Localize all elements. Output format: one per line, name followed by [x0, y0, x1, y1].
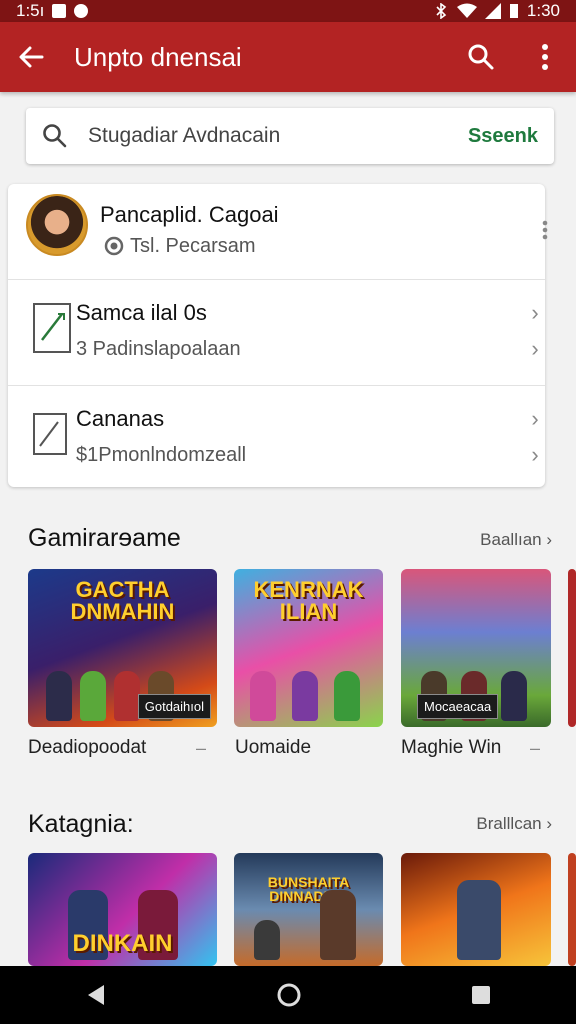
- page-title: Unpto dnensai: [74, 41, 242, 72]
- signal-icon: [484, 3, 501, 19]
- back-arrow-icon[interactable]: [14, 40, 48, 74]
- profile-subtitle: Tsl. Pecarsam: [130, 235, 256, 257]
- game-thumb-title: KENRNAK ILIAN: [253, 577, 364, 624]
- status-time-right: 1:30: [526, 1, 560, 20]
- more-options-icon[interactable]: [528, 40, 562, 74]
- section-title: Gamirarɘame: [28, 524, 181, 552]
- list-item[interactable]: Samca ilal 0s 3 Padinslapoalaan › ›: [8, 280, 545, 386]
- list-item[interactable]: Cananas $1Pmonlndomzeall › ›: [8, 386, 545, 487]
- game-tile[interactable]: BUNSHAITA DINNADIAN: [234, 853, 383, 966]
- chevron-right-icon: ›: [531, 406, 539, 431]
- game-tile[interactable]: [401, 853, 551, 966]
- game-tile[interactable]: Mocaeacaa: [401, 569, 551, 727]
- game-thumb-title: DINKAIN: [72, 930, 173, 957]
- avatar[interactable]: [26, 194, 88, 256]
- account-card: Pancaplid. Cagoai Tsl. Pecarsam Samca il…: [8, 184, 548, 487]
- edit-document-icon: [33, 303, 71, 353]
- game-thumb-title: BUNSHAITA DINNADIAN: [267, 874, 350, 904]
- app-notification-icon: [74, 4, 89, 18]
- section-see-all-link[interactable]: Baallıan ›: [480, 530, 552, 550]
- search-icon[interactable]: [464, 40, 498, 74]
- search-bar[interactable]: Stugadiar Avdnacain Sseenk: [26, 108, 554, 164]
- profile-name: Pancaplid. Cagoai: [100, 202, 279, 227]
- back-triangle-icon[interactable]: [84, 983, 108, 1007]
- game-badge: Gotdaihıol: [137, 694, 211, 719]
- chevron-right-icon: ›: [531, 300, 539, 325]
- game-title: Deadiopoodat: [28, 737, 147, 758]
- profile-row[interactable]: Pancaplid. Cagoai Tsl. Pecarsam: [8, 184, 548, 280]
- chevron-right-icon: ›: [531, 442, 539, 467]
- bluetooth-icon: [436, 3, 447, 19]
- status-bar: 1:5ı 1:30: [0, 0, 576, 22]
- image-notification-icon: [52, 4, 67, 18]
- wifi-icon: [456, 3, 477, 18]
- system-nav-bar: [0, 966, 576, 1024]
- list-item-title: Samca ilal 0s: [76, 300, 207, 325]
- more-dash: –: [530, 738, 541, 758]
- game-tile-peek[interactable]: [568, 569, 576, 727]
- section-title: Katagnia:: [28, 810, 134, 838]
- game-badge: Mocaeacaa: [417, 694, 499, 719]
- section-see-all-link[interactable]: Bralllcan ›: [476, 814, 552, 834]
- list-item-subtitle: 3 Padinslapoalaan: [76, 338, 241, 360]
- status-time-left: 1:5ı: [16, 1, 45, 20]
- game-thumb-title: GACTHA DNMAHIN: [70, 577, 175, 624]
- search-button[interactable]: Sseenk: [468, 125, 538, 148]
- edit-pencil-icon: [33, 413, 67, 455]
- search-field-icon: [43, 124, 67, 148]
- game-tile[interactable]: GACTHA DNMAHIN Gotdaihıol: [28, 569, 217, 727]
- status-circle-icon: [104, 236, 124, 256]
- profile-more-icon[interactable]: [541, 220, 549, 240]
- app-bar: Unpto dnensai: [0, 22, 576, 92]
- game-title: Maghie Win: [401, 737, 502, 758]
- more-dash: –: [196, 738, 207, 758]
- home-circle-icon[interactable]: [276, 982, 302, 1008]
- recents-square-icon[interactable]: [470, 984, 492, 1006]
- game-tile-peek[interactable]: [568, 853, 576, 966]
- game-title: Uomaide: [235, 737, 312, 758]
- search-input[interactable]: Stugadiar Avdnacain: [88, 124, 468, 148]
- list-item-title: Cananas: [76, 406, 165, 431]
- game-tile[interactable]: DINKAIN: [28, 853, 217, 966]
- game-tile[interactable]: KENRNAK ILIAN: [234, 569, 383, 727]
- list-item-subtitle: $1Pmonlndomzeall: [76, 444, 247, 466]
- chevron-right-icon: ›: [531, 336, 539, 361]
- battery-icon: [509, 4, 518, 18]
